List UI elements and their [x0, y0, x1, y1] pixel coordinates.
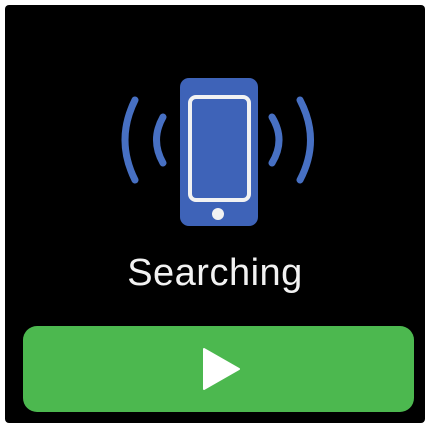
phone-icon	[180, 78, 258, 226]
play-icon	[202, 348, 240, 390]
play-button[interactable]	[23, 326, 414, 412]
signal-waves-right-icon	[268, 96, 314, 184]
signal-waves-left-icon	[121, 96, 167, 184]
status-label: Searching	[127, 252, 303, 294]
searching-phone-graphic	[121, 78, 314, 226]
device-screen: Searching	[5, 5, 425, 423]
